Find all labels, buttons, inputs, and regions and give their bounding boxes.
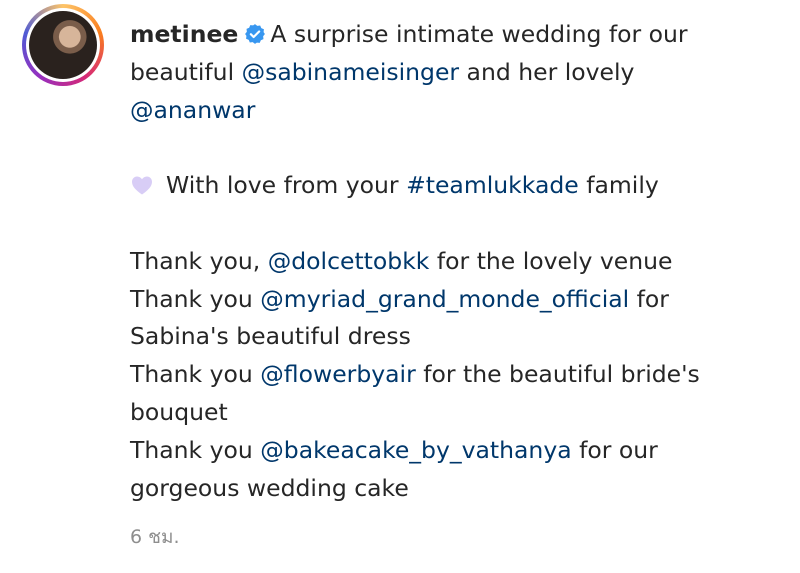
hashtag-teamlukkade[interactable]: #teamlukkade [406, 171, 579, 199]
caption-text-segment: Sabina's beautiful dress [130, 322, 411, 351]
caption-text-segment: Thank you, [130, 246, 261, 275]
light-purple-heart-icon [132, 176, 152, 195]
caption-text: metinee A surprise intimate wedding for … [130, 16, 770, 507]
avatar[interactable] [29, 11, 97, 79]
caption-text-segment: for the lovely venue [436, 246, 673, 275]
caption-text-segment: bouquet [130, 397, 228, 426]
mention-sabinameisinger[interactable]: @sabinameisinger [242, 58, 459, 86]
story-ring[interactable] [22, 4, 104, 86]
caption-intro: A surprise intimate wedding for our [270, 20, 688, 48]
mention-flowerbyair[interactable]: @flowerbyair [260, 360, 415, 388]
caption-text-segment: Thank you [130, 284, 253, 313]
caption-text-segment: Thank you [130, 360, 253, 389]
caption-text-segment: With love from your [166, 171, 399, 200]
caption-text-segment: Thank you [130, 435, 253, 464]
caption-text-segment: for our [579, 435, 658, 464]
caption-text-segment: and her lovely [466, 57, 635, 86]
caption-text-segment: beautiful [130, 57, 235, 86]
mention-bakeacake-by-vathanya[interactable]: @bakeacake_by_vathanya [260, 436, 571, 464]
avatar-border [26, 8, 100, 82]
mention-ananwar[interactable]: @ananwar [130, 96, 255, 124]
post-timestamp[interactable]: 6 ชม. [130, 522, 180, 552]
caption-text-segment: gorgeous wedding cake [130, 473, 409, 502]
username-link[interactable]: metinee [130, 20, 238, 48]
instagram-post-caption: metinee A surprise intimate wedding for … [0, 0, 800, 573]
caption-text-segment: for [636, 284, 669, 313]
mention-myriad-grand-monde-official[interactable]: @myriad_grand_monde_official [260, 285, 629, 313]
caption-text-segment: family [586, 171, 659, 200]
verified-badge-icon [245, 24, 266, 44]
mention-dolcettobkk[interactable]: @dolcettobkk [268, 247, 430, 275]
caption-text-segment: for the beautiful bride's [423, 360, 700, 389]
